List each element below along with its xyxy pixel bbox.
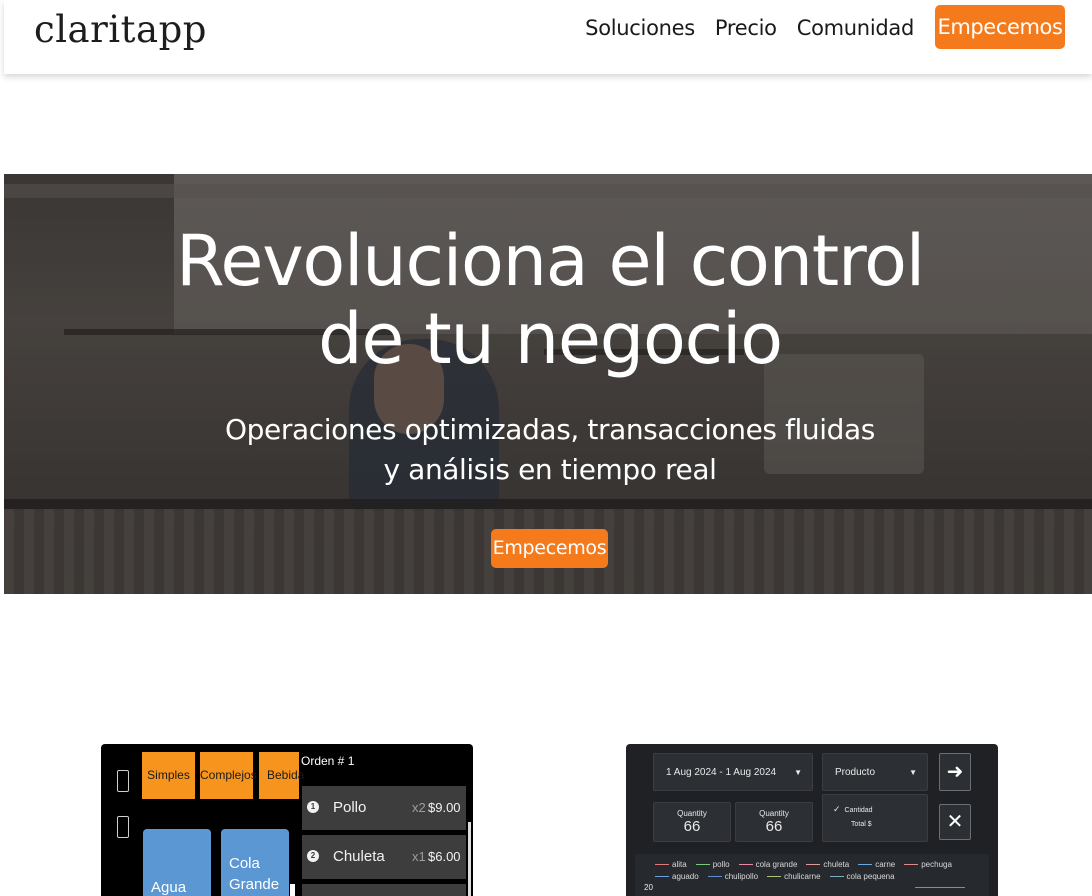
legend-label: cola grande [755,860,798,869]
product-select: Producto ▼ [822,753,928,791]
product-tile-agua: Agua [143,829,211,896]
legend-swatch [904,864,919,866]
nav-link-precio[interactable]: Precio [715,14,777,42]
hero-subtitle-line-2: y análisis en tiempo real [383,453,717,486]
legend-swatch [767,876,782,878]
hero-subtitle-line-1: Operaciones optimizadas, transacciones f… [225,413,875,446]
nav-links: Soluciones Precio Comunidad [585,14,914,42]
chevron-down-icon: ▼ [909,768,917,777]
ticket-icon [117,816,129,838]
chevron-down-icon: ▼ [794,768,802,777]
legend-swatch [806,864,821,866]
dropdown-option-cantidad: ✓ Cantidad [833,801,927,817]
quantity-card-value: 66 [765,818,783,835]
legend-item: cola grande [738,859,798,871]
sales-line-chart: alita pollo cola grande chuleta carne pechuga… [635,854,989,896]
scroll-indicator [290,884,295,896]
legend-label: alita [672,860,687,869]
order-line-qty: x2 [412,800,426,815]
product-select-value: Producto [835,767,876,778]
dropdown-option-label: Total $ [851,821,872,828]
legend-item: alita [655,859,687,871]
chart-y-tick: 20 [644,883,653,892]
hero-banner: Revoluciona el control de tu negocio Ope… [4,174,1092,594]
order-line-number: 2 [307,850,319,862]
chart-series-line [915,887,965,888]
chart-legend: alita pollo cola grande chuleta carne pechuga… [655,859,985,883]
dropdown-option-total: Total $ [833,817,927,833]
legend-swatch [655,876,669,878]
legend-item: chuleta [806,859,849,871]
quantity-card: Quantity 66 [653,802,731,842]
legend-swatch [707,876,722,878]
date-range-select: 1 Aug 2024 - 1 Aug 2024 ▼ [653,753,813,791]
check-icon: ✓ [833,804,841,814]
quantity-card-label: Quantity [677,809,707,818]
order-line-number: 1 [307,801,319,813]
navbar: claritapp Soluciones Precio Comunidad Em… [4,0,1092,74]
legend-label: chuleta [823,860,850,869]
order-line: 1 Pollo x2 $9.00 [302,786,466,830]
category-bebida: Bebida [259,752,304,799]
nav-link-soluciones[interactable]: Soluciones [585,14,695,42]
pos-screenshot: Simples Complejos Bebida Agua Cola Grand… [101,744,473,896]
legend-swatch [738,864,753,866]
legend-label: aguado [672,872,699,881]
category-simples: Simples [142,752,195,799]
product-tile-cola-grande: Cola Grande [221,829,289,896]
legend-item: cola pequena [829,871,895,883]
metric-dropdown: ✓ Cantidad Total $ [822,794,928,842]
legend-item: chulicarne [767,871,821,883]
date-range-value: 1 Aug 2024 - 1 Aug 2024 [666,767,777,778]
legend-swatch [655,864,669,866]
legend-label: cola pequena [846,872,895,881]
order-line-name: Chuleta [333,848,385,865]
legend-item: chulipollo [707,871,759,883]
analytics-screenshot: 1 Aug 2024 - 1 Aug 2024 ▼ Producto ▼ ➜ Q… [626,744,998,896]
legend-label: chulipollo [724,872,759,881]
product-tile-label: Agua [151,879,187,896]
order-line-name: Pollo [333,799,367,816]
hero-cta-button[interactable]: Empecemos [491,529,608,568]
quantity-card: Quantity 66 [735,802,813,842]
order-line-price: $9.00 [428,800,461,815]
legend-item: carne [858,859,895,871]
legend-label: carne [875,860,896,869]
order-line: 2 Chuleta x1 $6.00 [302,835,466,879]
arrow-right-icon: ➜ [939,753,971,791]
hero-title-line-2: de tu negocio [318,298,783,380]
legend-item: pollo [695,859,730,871]
legend-item: aguado [655,871,699,883]
order-line-price: $6.00 [428,849,461,864]
hero-subtitle: Operaciones optimizadas, transacciones f… [4,410,1092,490]
legend-label: pechuga [921,860,952,869]
legend-item: pechuga [904,859,952,871]
legend-label: pollo [712,860,730,869]
quantity-card-value: 66 [683,818,701,835]
order-line-qty: x1 [412,849,426,864]
close-icon: ✕ [939,804,971,840]
legend-swatch [695,864,710,866]
legend-swatch [858,864,873,866]
nav-cta-button[interactable]: Empecemos [935,5,1065,49]
hero-title: Revoluciona el control de tu negocio [4,222,1092,378]
logo[interactable]: claritapp [34,8,207,51]
category-complejos: Complejos [200,752,257,799]
hero-title-line-1: Revoluciona el control [176,220,925,302]
order-scrollbar [468,822,471,896]
order-title: Orden # 1 [301,754,355,768]
receipt-icon [117,770,129,792]
dropdown-option-label: Cantidad [844,807,873,814]
order-line [302,884,466,896]
legend-label: chulicarne [784,872,821,881]
quantity-card-label: Quantity [759,809,789,818]
product-tile-label: Cola [229,855,260,872]
legend-swatch [829,876,844,878]
nav-link-comunidad[interactable]: Comunidad [797,14,915,42]
product-tile-label: Grande [229,876,280,893]
